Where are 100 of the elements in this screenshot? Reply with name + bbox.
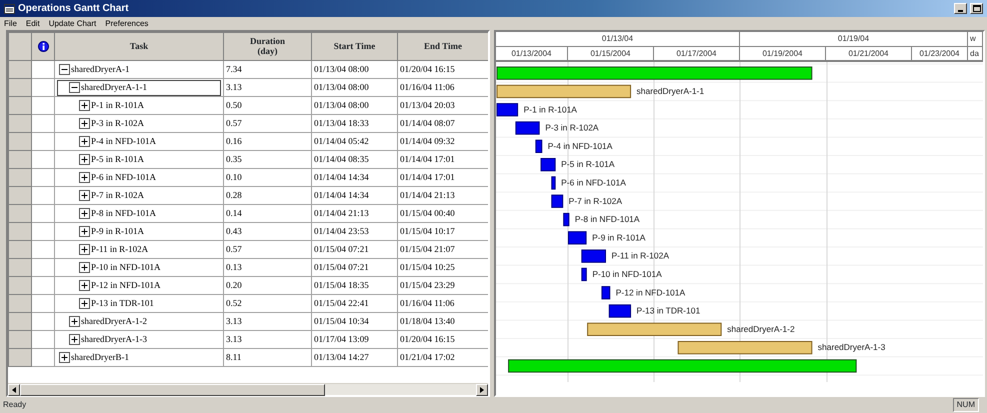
start-time-cell: 01/14/04 21:13 bbox=[312, 204, 398, 222]
row-header[interactable] bbox=[8, 204, 32, 222]
menu-item[interactable]: Update Chart bbox=[48, 20, 96, 28]
expand-icon[interactable] bbox=[79, 190, 90, 201]
gantt-bar[interactable] bbox=[581, 268, 587, 282]
gantt-bar[interactable] bbox=[496, 103, 518, 116]
menu-item[interactable]: Edit bbox=[26, 20, 40, 28]
duration-cell: 3.13 bbox=[224, 330, 312, 348]
gantt-bar[interactable] bbox=[608, 304, 632, 318]
expand-icon[interactable] bbox=[69, 316, 80, 327]
right-arrow-icon bbox=[480, 387, 484, 393]
gantt-bar[interactable] bbox=[535, 140, 542, 153]
expand-icon[interactable] bbox=[59, 352, 70, 363]
column-header[interactable]: Task bbox=[54, 32, 224, 60]
start-time-cell: 01/13/04 08:00 bbox=[312, 60, 398, 78]
expand-icon[interactable] bbox=[79, 100, 90, 111]
gantt-bar[interactable] bbox=[515, 121, 540, 135]
bar-label: sharedDryerA-1-2 bbox=[727, 324, 795, 334]
scroll-right-button[interactable] bbox=[476, 384, 488, 396]
maximize-icon bbox=[972, 5, 980, 12]
maximize-button[interactable] bbox=[970, 3, 983, 14]
row-header[interactable] bbox=[8, 294, 32, 312]
bar-label: sharedDryerA-1-1 bbox=[636, 86, 704, 96]
row-header[interactable] bbox=[8, 258, 32, 276]
start-time-cell: 01/17/04 13:09 bbox=[312, 330, 398, 348]
expand-icon[interactable] bbox=[79, 244, 90, 255]
expand-icon[interactable] bbox=[79, 154, 90, 165]
bar-label: P-4 in NFD-101A bbox=[548, 140, 612, 151]
scrollbar-thumb[interactable] bbox=[20, 384, 325, 396]
duration-cell: 0.14 bbox=[224, 204, 312, 222]
row-header[interactable] bbox=[8, 240, 32, 258]
row-header[interactable] bbox=[8, 60, 32, 78]
collapse-icon[interactable] bbox=[59, 64, 70, 75]
menu-item[interactable]: File bbox=[4, 20, 17, 28]
num-lock-indicator: NUM bbox=[952, 398, 979, 412]
expand-icon[interactable] bbox=[79, 280, 90, 291]
gantt-bar[interactable] bbox=[568, 231, 587, 244]
row-header[interactable] bbox=[8, 168, 32, 186]
gantt-bar[interactable] bbox=[601, 286, 610, 300]
task-name: sharedDryerA-1-2 bbox=[81, 314, 147, 328]
bar-label: P-3 in R-102A bbox=[545, 122, 599, 133]
bar-label: P-1 in R-101A bbox=[524, 104, 577, 114]
row-header[interactable] bbox=[8, 330, 32, 348]
row-header[interactable] bbox=[8, 114, 32, 132]
start-time-cell: 01/15/04 10:34 bbox=[312, 312, 398, 330]
expand-icon[interactable] bbox=[79, 136, 90, 147]
task-name: P-8 in NFD-101A bbox=[91, 206, 156, 220]
row-header[interactable] bbox=[8, 222, 32, 240]
bar-label: P-6 in NFD-101A bbox=[561, 177, 626, 188]
minimize-button[interactable] bbox=[954, 3, 967, 14]
row-header[interactable] bbox=[8, 150, 32, 168]
timeline-header: 01/15/2004 bbox=[568, 47, 654, 60]
gantt-bar[interactable] bbox=[508, 359, 857, 373]
expand-icon[interactable] bbox=[69, 334, 80, 345]
expand-icon[interactable] bbox=[79, 208, 90, 219]
task-name: sharedDryerB-1 bbox=[71, 350, 129, 364]
row-header[interactable] bbox=[8, 276, 32, 294]
duration-cell: 0.43 bbox=[224, 222, 312, 240]
expand-icon[interactable] bbox=[79, 118, 90, 129]
gantt-bar[interactable] bbox=[563, 212, 570, 226]
row-header[interactable] bbox=[8, 132, 32, 150]
gantt-bar[interactable] bbox=[551, 194, 564, 208]
start-time-cell: 01/15/04 18:35 bbox=[312, 276, 398, 294]
task-name: P-1 in R-101A bbox=[91, 98, 144, 112]
timeline-header: 01/19/04 bbox=[740, 32, 968, 46]
scroll-left-button[interactable] bbox=[8, 384, 20, 396]
window-icon bbox=[4, 4, 15, 14]
gantt-bar[interactable] bbox=[551, 176, 556, 190]
menu-item[interactable]: Preferences bbox=[105, 20, 148, 28]
gantt-bar[interactable] bbox=[540, 158, 556, 172]
start-time-cell: 01/13/04 08:00 bbox=[312, 96, 398, 114]
column-header[interactable]: End Time bbox=[398, 32, 488, 60]
start-time-cell: 01/14/04 05:42 bbox=[312, 132, 398, 150]
start-time-cell: 01/13/04 08:00 bbox=[312, 78, 398, 96]
bar-label: P-12 in NFD-101A bbox=[616, 287, 686, 298]
row-header[interactable] bbox=[8, 96, 32, 114]
duration-cell: 7.34 bbox=[224, 60, 312, 78]
duration-cell: 0.20 bbox=[224, 276, 312, 294]
task-name: P-10 in NFD-101A bbox=[91, 260, 161, 274]
timeline-header: da bbox=[968, 47, 983, 60]
collapse-icon[interactable] bbox=[69, 82, 80, 93]
expand-icon[interactable] bbox=[79, 298, 90, 309]
task-name: P-12 in NFD-101A bbox=[91, 278, 161, 292]
window-title: Operations Gantt Chart bbox=[18, 4, 129, 14]
column-header[interactable]: Duration (day) bbox=[224, 32, 312, 60]
duration-cell: 0.52 bbox=[224, 294, 312, 312]
row-header[interactable] bbox=[8, 186, 32, 204]
bar-label: P-10 in NFD-101A bbox=[592, 268, 662, 279]
start-time-cell: 01/13/04 14:27 bbox=[312, 348, 398, 366]
row-header[interactable] bbox=[8, 78, 32, 96]
row-header[interactable] bbox=[8, 312, 32, 330]
duration-cell: 0.28 bbox=[224, 186, 312, 204]
left-arrow-icon bbox=[12, 387, 16, 393]
column-header[interactable]: Start Time bbox=[312, 32, 398, 60]
duration-cell: 3.13 bbox=[224, 78, 312, 96]
expand-icon[interactable] bbox=[79, 172, 90, 183]
task-name: P-6 in NFD-101A bbox=[91, 170, 156, 184]
expand-icon[interactable] bbox=[79, 262, 90, 273]
row-header[interactable] bbox=[8, 348, 32, 366]
expand-icon[interactable] bbox=[79, 226, 90, 237]
